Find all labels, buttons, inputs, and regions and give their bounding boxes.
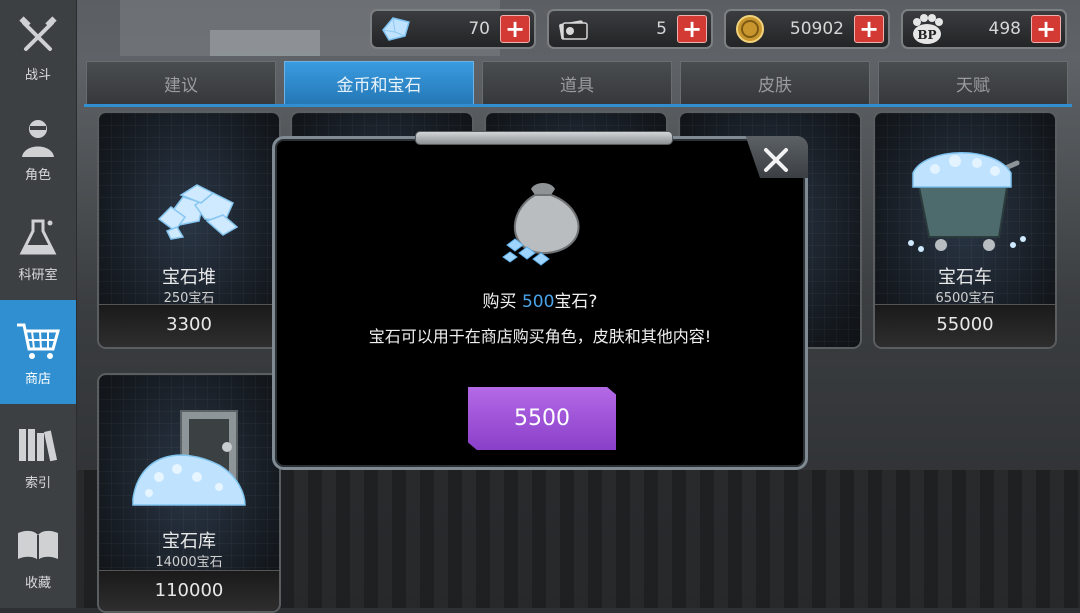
sidebar-item-lab[interactable]: 科研室 xyxy=(0,200,76,296)
sidebar-item-character[interactable]: 角色 xyxy=(0,100,76,196)
bp-paw-icon: BP xyxy=(909,13,945,45)
sidebar-item-label: 角色 xyxy=(24,167,51,183)
tab-label: 皮肤 xyxy=(758,76,792,96)
tab-label: 天赋 xyxy=(956,76,990,96)
purchase-amount: 500 xyxy=(521,292,555,312)
gem-vault-icon xyxy=(119,395,259,515)
gems-value: 70 xyxy=(468,19,490,39)
shop-item-gem-cart[interactable]: 宝石车 6500宝石 55000 xyxy=(873,111,1057,349)
gem-pile-icon xyxy=(119,133,259,253)
close-button[interactable] xyxy=(759,143,793,177)
flask-icon xyxy=(15,214,61,260)
plus-icon: + xyxy=(681,15,703,43)
tab-items[interactable]: 道具 xyxy=(482,61,672,105)
sidebar: 战斗 角色 科研室 商店 索引 收藏 xyxy=(0,0,77,608)
purchase-question: 购买 500宝石? xyxy=(275,287,805,312)
coin-icon xyxy=(732,13,768,45)
add-bp-button[interactable]: + xyxy=(1031,15,1061,43)
sidebar-item-label: 战斗 xyxy=(24,67,51,83)
open-book-icon xyxy=(15,522,61,568)
add-gems-button[interactable]: + xyxy=(500,15,530,43)
tab-label: 金币和宝石 xyxy=(336,76,422,96)
sidebar-item-label: 索引 xyxy=(24,475,51,491)
item-price: 55000 xyxy=(936,314,994,335)
tab-coins-gems[interactable]: 金币和宝石 xyxy=(284,61,474,105)
tab-suggested[interactable]: 建议 xyxy=(86,61,276,105)
shop-item-gem-vault[interactable]: 宝石库 14000宝石 110000 xyxy=(97,373,281,613)
tab-talents[interactable]: 天赋 xyxy=(878,61,1068,105)
tab-label: 建议 xyxy=(164,76,198,96)
tab-skins[interactable]: 皮肤 xyxy=(680,61,870,105)
tabs-underline xyxy=(84,104,1072,107)
bp-value: 498 xyxy=(988,19,1021,39)
item-price: 3300 xyxy=(166,314,212,335)
item-name: 宝石车 xyxy=(938,267,992,288)
item-name: 宝石库 xyxy=(162,531,216,552)
purchase-dialog: 购买 500宝石? 宝石可以用于在商店购买角色，皮肤和其他内容! 5500 xyxy=(272,131,808,470)
add-cards-button[interactable]: + xyxy=(677,15,707,43)
card-stack-icon xyxy=(555,13,591,45)
close-icon xyxy=(764,148,788,172)
add-coins-button[interactable]: + xyxy=(854,15,884,43)
sidebar-item-index[interactable]: 索引 xyxy=(0,408,76,504)
price-bar: 3300 xyxy=(99,304,279,347)
sidebar-item-shop[interactable]: 商店 xyxy=(0,300,76,404)
price-bar: 110000 xyxy=(99,570,279,611)
buy-price: 5500 xyxy=(514,406,570,431)
coins-counter: 50902 + xyxy=(724,9,890,49)
crossed-guns-icon xyxy=(15,14,61,60)
buy-button[interactable]: 5500 xyxy=(468,387,616,450)
character-icon xyxy=(15,114,61,160)
plus-icon: + xyxy=(504,15,526,43)
price-bar: 55000 xyxy=(875,304,1055,347)
cards-counter: 5 + xyxy=(547,9,713,49)
bp-icon-text: BP xyxy=(917,28,936,42)
ceiling-light xyxy=(210,30,320,56)
books-icon xyxy=(15,422,61,468)
sidebar-item-label: 收藏 xyxy=(24,575,51,591)
purchase-description: 宝石可以用于在商店购买角色，皮肤和其他内容! xyxy=(368,327,712,346)
purchase-prefix: 购买 xyxy=(482,292,522,312)
tab-label: 道具 xyxy=(560,76,594,96)
plus-icon: + xyxy=(1035,15,1057,43)
plus-icon: + xyxy=(858,15,880,43)
gem-bag-icon xyxy=(493,177,593,273)
cards-value: 5 xyxy=(656,19,667,39)
purchase-suffix: 宝石? xyxy=(554,292,598,312)
gems-counter: 70 + xyxy=(370,9,536,49)
item-quantity: 14000宝石 xyxy=(155,555,223,570)
gem-icon xyxy=(378,13,414,45)
sidebar-item-label: 商店 xyxy=(24,371,51,387)
dialog-handle xyxy=(415,131,673,145)
coins-value: 50902 xyxy=(789,19,844,39)
sidebar-item-battle[interactable]: 战斗 xyxy=(0,0,76,96)
item-price: 110000 xyxy=(154,580,224,601)
item-name: 宝石堆 xyxy=(162,267,216,288)
sidebar-item-collection[interactable]: 收藏 xyxy=(0,508,76,604)
gem-cart-icon xyxy=(895,133,1035,253)
sidebar-item-label: 科研室 xyxy=(18,267,58,283)
bp-counter: BP 498 + xyxy=(901,9,1067,49)
cart-icon xyxy=(15,318,61,364)
shop-item-gem-pile[interactable]: 宝石堆 250宝石 3300 xyxy=(97,111,281,349)
